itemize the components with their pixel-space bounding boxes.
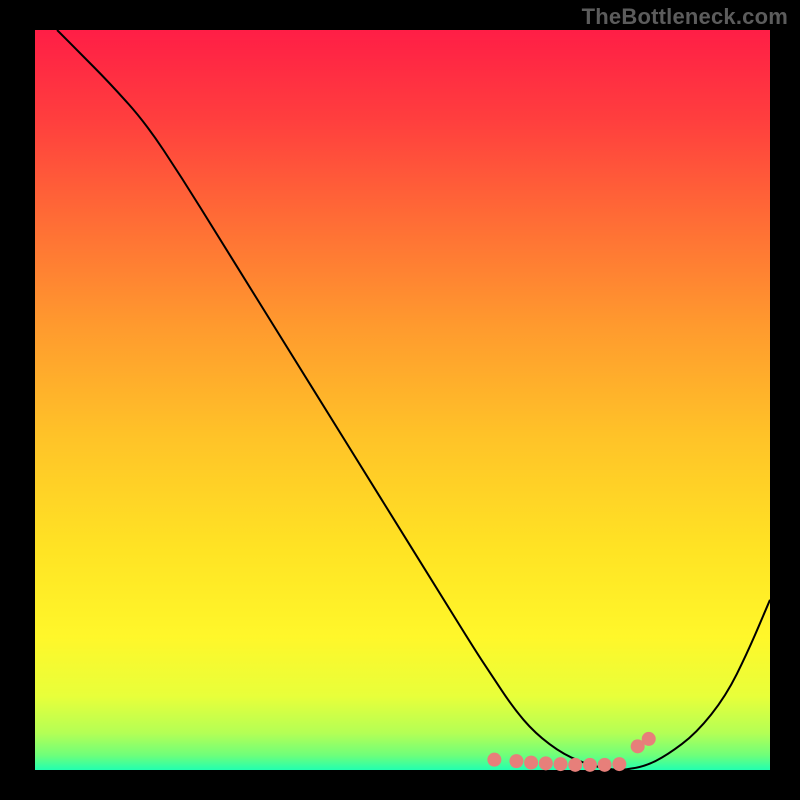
highlight-dot [568, 758, 582, 772]
attribution-label: TheBottleneck.com [582, 4, 788, 30]
highlight-dot [524, 756, 538, 770]
highlight-dot [598, 758, 612, 772]
chart-container: TheBottleneck.com [0, 0, 800, 800]
bottleneck-chart [0, 0, 800, 800]
highlight-dot [583, 758, 597, 772]
highlight-dot [642, 732, 656, 746]
highlight-dot [554, 757, 568, 771]
highlight-dot [487, 753, 501, 767]
gradient-background [35, 30, 770, 770]
highlight-dot [539, 756, 553, 770]
highlight-dot [612, 757, 626, 771]
highlight-dot [509, 754, 523, 768]
